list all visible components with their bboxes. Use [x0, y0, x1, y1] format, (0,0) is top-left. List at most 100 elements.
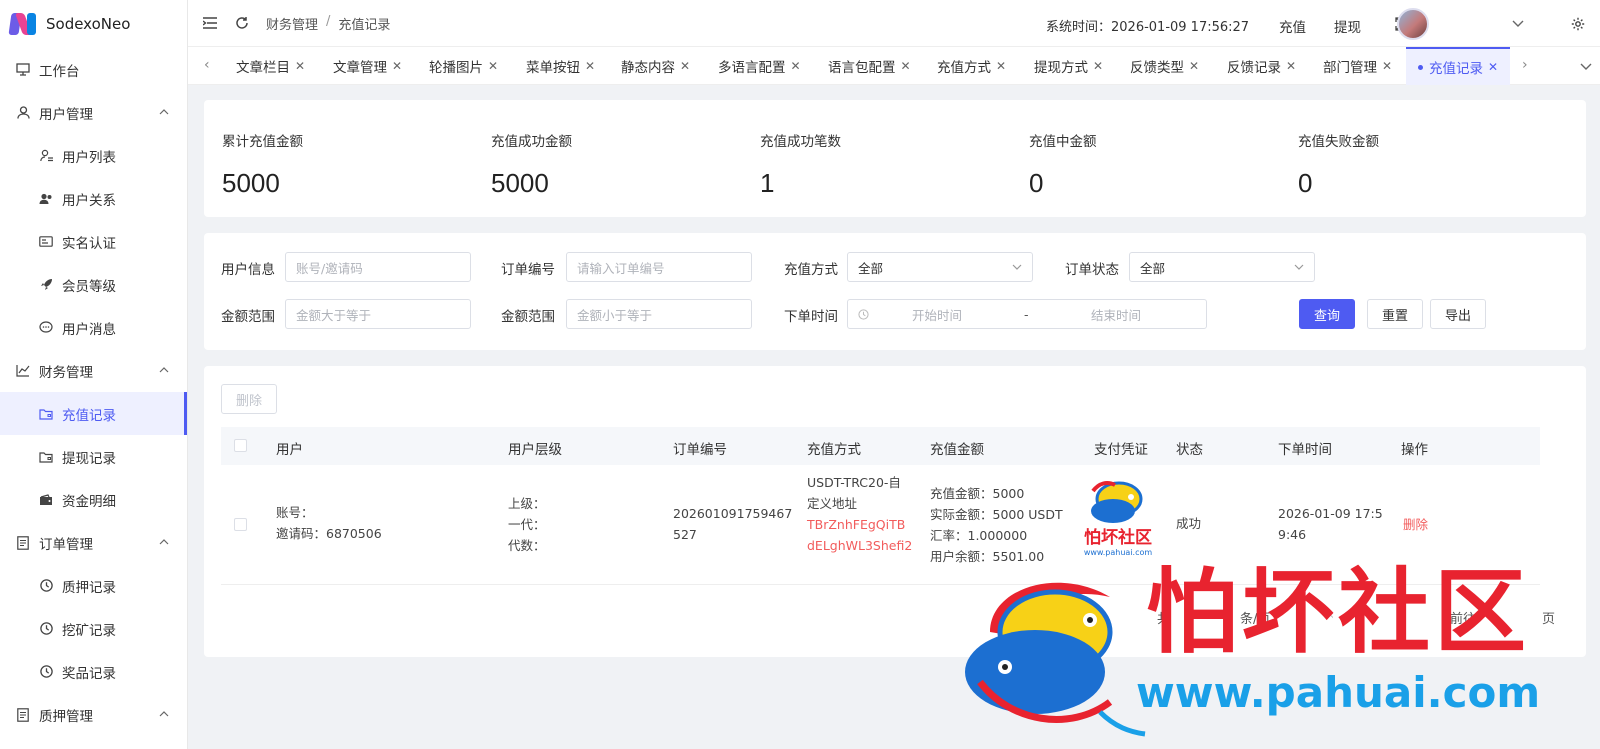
sidebar-item[interactable]: 质押管理 — [0, 693, 187, 736]
sidebar-item[interactable]: 用户管理 — [0, 91, 187, 134]
close-icon[interactable]: ✕ — [1286, 59, 1296, 73]
clock-icon — [39, 665, 53, 679]
close-icon[interactable]: ✕ — [791, 59, 801, 73]
tab-dropdown-icon[interactable] — [1580, 59, 1592, 75]
pager-prev-icon[interactable]: ‹ — [1329, 608, 1334, 623]
tab-item[interactable]: 多语言配置 ✕ — [718, 47, 801, 85]
close-icon[interactable]: ✕ — [1488, 60, 1498, 74]
table-card: 删除 用户 用户层级 订单编号 充值方式 充值金额 支付凭证 状态 下单时间 操… — [204, 366, 1586, 657]
row-delete-link[interactable]: 删除 — [1403, 514, 1428, 535]
payment-proof-text: 怕坏社区 — [1084, 527, 1152, 548]
sidebar-item[interactable]: 会员等级 — [0, 263, 187, 306]
close-icon[interactable]: ✕ — [488, 59, 498, 73]
tab-item[interactable]: 反馈记录 ✕ — [1227, 47, 1296, 85]
menu-fold-icon[interactable] — [202, 15, 218, 31]
column-header: 充值金额 — [930, 442, 984, 458]
close-icon[interactable]: ✕ — [901, 59, 911, 73]
tab-item[interactable]: 部门管理 ✕ — [1323, 47, 1392, 85]
stat-value: 5000 — [222, 168, 280, 198]
stat-item: 充值成功笔数 1 — [760, 130, 841, 199]
sidebar-item[interactable]: 提现记录 — [0, 435, 187, 478]
tab-scroll-right-icon[interactable]: › — [1522, 57, 1528, 73]
reset-button[interactable]: 重置 — [1367, 299, 1423, 329]
tab-item[interactable]: 反馈类型 ✕ — [1130, 47, 1199, 85]
pager-size-select[interactable]: 条/页 — [1240, 608, 1270, 627]
column-header: 充值方式 — [807, 442, 861, 458]
amount-max-input[interactable]: 金额小于等于 — [566, 299, 752, 329]
tab-item[interactable]: 充值方式 ✕ — [937, 47, 1006, 85]
tab-item[interactable]: 充值记录 ✕ — [1406, 47, 1511, 85]
tab-item[interactable]: 文章管理 ✕ — [333, 47, 402, 85]
tab-item[interactable]: 轮播图片 ✕ — [429, 47, 498, 85]
sidebar-item-label: 质押记录 — [62, 579, 116, 596]
amount-line: 实际金额：5000 USDT — [930, 507, 1063, 522]
tab-item[interactable]: 静态内容 ✕ — [621, 47, 690, 85]
sidebar-item-label: 用户管理 — [39, 106, 93, 123]
amount-min-input[interactable]: 金额大于等于 — [285, 299, 471, 329]
export-button[interactable]: 导出 — [1430, 299, 1486, 329]
close-icon[interactable]: ✕ — [295, 59, 305, 73]
breadcrumb: 财务管理 / 充值记录 — [266, 14, 390, 33]
status-select[interactable]: 全部 — [1129, 252, 1315, 282]
sidebar-item[interactable]: 用户消息 — [0, 306, 187, 349]
tab-item[interactable]: 文章栏目 ✕ — [236, 47, 305, 85]
time-start-input[interactable]: 开始时间 — [912, 305, 962, 324]
close-icon[interactable]: ✕ — [392, 59, 402, 73]
sidebar-item[interactable]: 充值记录 — [0, 392, 187, 435]
sidebar-item[interactable]: 挖矿记录 — [0, 607, 187, 650]
close-icon[interactable]: ✕ — [1093, 59, 1103, 73]
sidebar-item[interactable]: 用户列表 — [0, 134, 187, 177]
sidebar-item[interactable]: 工作台 — [0, 48, 187, 91]
time-separator: - — [1024, 306, 1029, 322]
amount-line: 用户余额：5501.00 — [930, 549, 1045, 564]
sidebar-item[interactable]: 订单管理 — [0, 521, 187, 564]
user-avatar[interactable] — [1397, 8, 1429, 40]
cell-user: 账号： 邀请码：6870506 — [276, 502, 382, 544]
method-line: USDT-TRC20-自 — [807, 475, 901, 490]
sidebar-item-label: 工作台 — [39, 63, 80, 80]
batch-delete-button[interactable]: 删除 — [221, 384, 277, 414]
cell-amount: 充值金额：5000 实际金额：5000 USDT 汇率：1.000000 用户余… — [930, 483, 1063, 567]
close-icon[interactable]: ✕ — [585, 59, 595, 73]
stat-value: 0 — [1298, 168, 1313, 198]
breadcrumb-item[interactable]: 财务管理 — [266, 14, 318, 33]
close-icon[interactable]: ✕ — [1382, 59, 1392, 73]
withdraw-link[interactable]: 提现 — [1334, 16, 1361, 36]
time-range-picker[interactable]: 开始时间 - 结束时间 — [847, 299, 1207, 329]
chevron-up-icon — [159, 107, 169, 118]
order-no-input[interactable]: 请输入订单编号 — [566, 252, 752, 282]
close-icon[interactable]: ✕ — [1189, 59, 1199, 73]
pager-goto-label: 前往 — [1450, 612, 1477, 627]
user-info-input[interactable]: 账号/邀请码 — [285, 252, 471, 282]
time-end-input[interactable]: 结束时间 — [1091, 305, 1141, 324]
sidebar-item[interactable]: 财务管理 — [0, 349, 187, 392]
amount-line: 充值金额：5000 — [930, 486, 1025, 501]
top-header: 财务管理 / 充值记录 系统时间：2026-01-09 17:56:27 充值 … — [188, 0, 1600, 47]
sidebar-item[interactable]: 质押记录 — [0, 564, 187, 607]
tab-scroll-left-icon[interactable]: ‹ — [204, 57, 210, 73]
close-icon[interactable]: ✕ — [680, 59, 690, 73]
query-button[interactable]: 查询 — [1299, 299, 1355, 329]
tab-item[interactable]: 语言包配置 ✕ — [828, 47, 911, 85]
method-select[interactable]: 全部 — [847, 252, 1033, 282]
sidebar-item[interactable]: 奖品记录 — [0, 650, 187, 693]
row-checkbox[interactable] — [234, 518, 247, 531]
sidebar-item[interactable]: 实名认证 — [0, 220, 187, 263]
settings-gear-icon[interactable] — [1570, 16, 1586, 32]
tab-item[interactable]: 菜单按钮 ✕ — [526, 47, 595, 85]
tab-item[interactable]: 提现方式 ✕ — [1034, 47, 1103, 85]
table-row: 账号： 邀请码：6870506 上级： 一代： 代数： 202601091759… — [221, 465, 1540, 585]
logo[interactable]: SodexoNeo — [0, 0, 187, 48]
close-icon[interactable]: ✕ — [996, 59, 1006, 73]
recharge-link[interactable]: 充值 — [1279, 16, 1306, 36]
sidebar-item[interactable]: 资金明细 — [0, 478, 187, 521]
refresh-icon[interactable] — [234, 15, 250, 31]
amount-min-label: 金额范围 — [221, 309, 275, 325]
sidebar-item[interactable]: 用户关系 — [0, 177, 187, 220]
payment-proof-image[interactable]: 怕坏社区 www.pahuai.com — [1073, 477, 1163, 557]
chevron-down-icon[interactable] — [1510, 16, 1526, 32]
order-no-line: 527 — [673, 527, 697, 542]
user-list-icon — [39, 149, 53, 163]
select-all-checkbox[interactable] — [234, 439, 247, 452]
document-icon — [16, 707, 30, 722]
